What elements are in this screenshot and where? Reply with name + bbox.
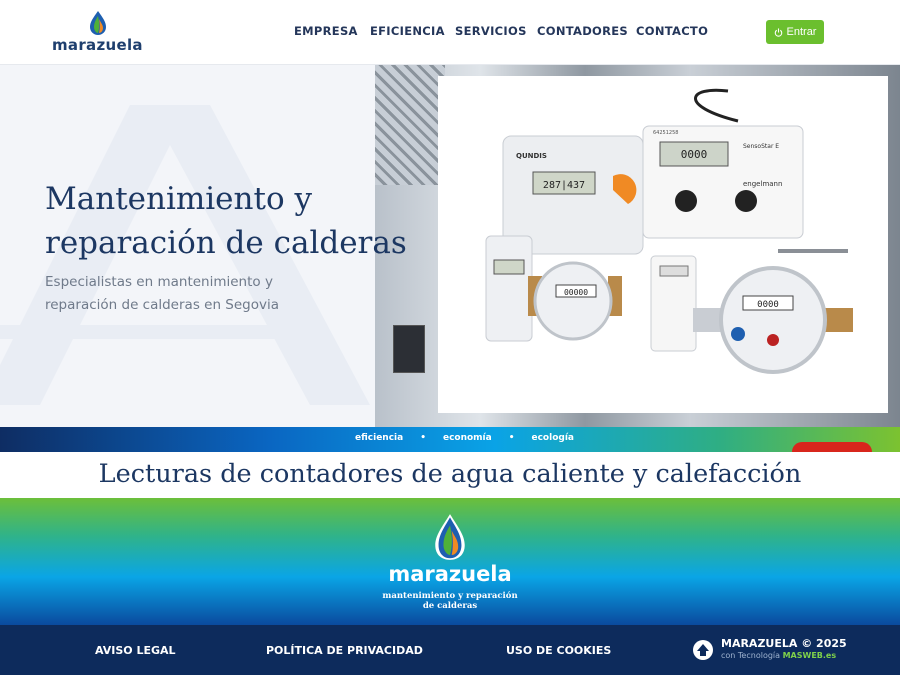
copyright-text: MARAZUELA © 2025: [721, 637, 847, 650]
footer-logo-text: marazuela: [388, 562, 512, 586]
flame-drop-icon: [90, 11, 106, 35]
copyright-block: MARAZUELA © 2025 con Tecnología MASWEB.e…: [692, 637, 892, 665]
footer-brand-band: marazuela mantenimiento y reparación de …: [0, 498, 900, 625]
login-button[interactable]: Entrar: [766, 20, 824, 44]
technology-credit: con Tecnología MASWEB.es: [721, 651, 836, 660]
hero-subtitle-line1: Especialistas en mantenimiento y: [45, 274, 273, 290]
meters-product-image: 287|437 QUNDIS 0000 SensoStar E 64251258…: [438, 76, 888, 413]
display-1: 287|437: [543, 180, 585, 191]
values-list: eficiencia • economía • ecología: [355, 433, 574, 443]
red-badge: [792, 442, 872, 452]
value-economia: economía: [442, 433, 492, 443]
sensostar-meter: 0000 SensoStar E 64251258 engelmann: [642, 125, 804, 239]
hero-title-line2: reparación de calderas: [45, 225, 407, 261]
serial-label: 64251258: [653, 130, 678, 136]
hero-title: Mantenimiento y reparación de calderas: [45, 177, 445, 265]
nav-contacto[interactable]: CONTACTO: [636, 24, 708, 38]
footer-logo[interactable]: marazuela mantenimiento y reparación de …: [382, 512, 518, 612]
readings-section: Lecturas de contadores de agua caliente …: [0, 452, 900, 498]
section-title: Lecturas de contadores de agua caliente …: [98, 459, 802, 489]
masweb-logo-icon: [693, 640, 713, 660]
boiler-grill: [375, 65, 445, 185]
footer-tagline-line1: mantenimiento y reparación: [382, 591, 518, 601]
link-privacidad[interactable]: POLÍTICA DE PRIVACIDAD: [266, 644, 423, 657]
flame-drop-icon: [435, 514, 465, 560]
value-ecologia: ecología: [531, 433, 574, 443]
link-cookies[interactable]: USO DE COOKIES: [506, 644, 611, 657]
display-2: 0000: [681, 148, 708, 161]
brand-label-1: QUNDIS: [516, 152, 547, 160]
separator-dot: •: [508, 433, 515, 443]
values-strip: eficiencia • economía • ecología: [0, 427, 900, 452]
nav-contadores[interactable]: CONTADORES: [537, 24, 628, 38]
login-label: Entrar: [786, 26, 817, 38]
nav-empresa[interactable]: EMPRESA: [294, 24, 358, 38]
footer-tagline: mantenimiento y reparación de calderas: [382, 591, 518, 611]
tech-prefix: con Tecnología: [721, 651, 781, 660]
hero-subtitle: Especialistas en mantenimiento y reparac…: [45, 271, 305, 317]
hero-title-line1: Mantenimiento y: [45, 181, 312, 217]
meter-model-label: SensoStar E: [743, 143, 779, 150]
power-icon: [774, 27, 782, 37]
separator-dot: •: [420, 433, 426, 443]
water-meter-2: 0000: [693, 266, 853, 374]
value-eficiencia: eficiencia: [355, 433, 404, 443]
nav-eficiencia[interactable]: EFICIENCIA: [370, 24, 445, 38]
boiler-panel: [393, 325, 425, 373]
header-logo[interactable]: marazuela: [52, 10, 143, 56]
brand-label-2: engelmann: [743, 180, 782, 188]
footer-tagline-line2: de calderas: [422, 601, 478, 611]
display-4: 0000: [757, 300, 779, 310]
nav-servicios[interactable]: SERVICIOS: [455, 24, 527, 38]
tech-link[interactable]: MASWEB.es: [783, 651, 837, 660]
hero-subtitle-line2: reparación de calderas en Segovia: [45, 297, 280, 313]
display-3: 00000: [564, 288, 588, 297]
meters-illustration: 287|437 QUNDIS 0000 SensoStar E 64251258…: [485, 88, 853, 374]
site-header: marazuela EMPRESA EFICIENCIA SERVICIOS C…: [0, 0, 900, 65]
logo-text: marazuela: [52, 36, 143, 54]
hero-banner: Mantenimiento y reparación de calderas E…: [0, 65, 900, 427]
link-aviso-legal[interactable]: AVISO LEGAL: [95, 644, 176, 657]
water-meter-1: 00000: [528, 261, 622, 341]
radio-unit: [485, 235, 533, 342]
footer-bottom-bar: AVISO LEGAL POLÍTICA DE PRIVACIDAD USO D…: [0, 625, 900, 675]
